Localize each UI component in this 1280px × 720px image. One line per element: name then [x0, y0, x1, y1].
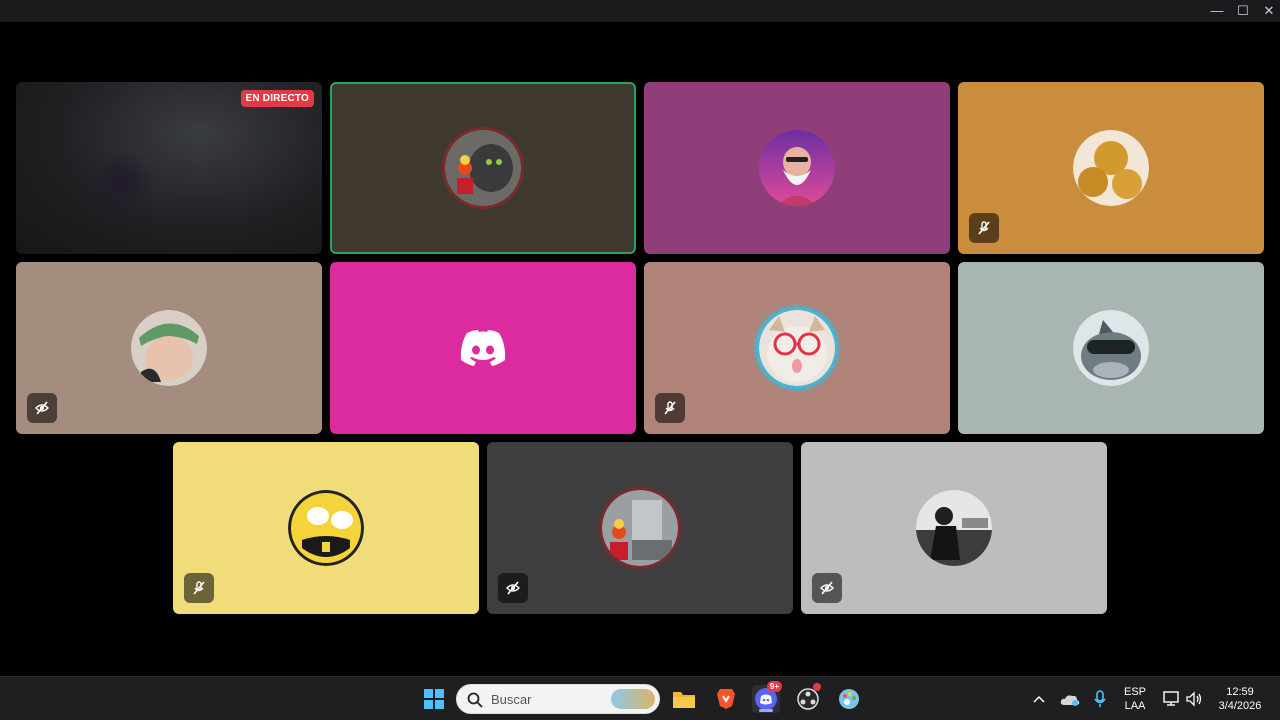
participant-tile-old-man[interactable] [644, 82, 950, 254]
maximize-button[interactable]: ☐ [1230, 0, 1256, 22]
layout-code: LAA [1124, 700, 1146, 712]
mic-muted-icon [27, 393, 57, 423]
participant-tile-cartoon-face[interactable] [173, 442, 479, 614]
clock-date: 3/4/2026 [1218, 700, 1262, 712]
dolphin-goggles-avatar [1073, 310, 1149, 386]
participant-tile-dolphin[interactable] [958, 262, 1264, 434]
old-man-avatar [759, 130, 835, 206]
title-bar: — ☐ ✕ [0, 0, 1280, 22]
stream-blur-shape [86, 152, 156, 212]
participant-tile-figure-room[interactable] [487, 442, 793, 614]
volume-icon[interactable] [1182, 685, 1206, 713]
minimize-button[interactable]: — [1204, 0, 1230, 22]
cat-figure-avatar [445, 130, 521, 206]
figure-room-avatar [602, 490, 678, 566]
participant-tile-cat-glasses[interactable] [644, 262, 950, 434]
live-badge: EN DIRECTO [240, 90, 314, 107]
bw-photo-avatar [916, 490, 992, 566]
discord-logo-icon [459, 330, 507, 366]
mic-muted-icon [812, 573, 842, 603]
discord-notification-badge: 9+ [766, 681, 782, 692]
brave-browser-icon[interactable] [712, 685, 740, 713]
close-button[interactable]: ✕ [1256, 0, 1280, 22]
search-placeholder: Buscar [491, 692, 532, 707]
cartoon-face-avatar [288, 490, 364, 566]
onedrive-icon[interactable] [1058, 685, 1082, 713]
stream-tile[interactable]: EN DIRECTO [16, 82, 322, 254]
search-highlight-image [611, 689, 655, 709]
mic-muted-icon [184, 573, 214, 603]
clock[interactable]: 12:59 3/4/2026 [1210, 685, 1270, 713]
participant-tile-cat-figure[interactable] [330, 82, 636, 254]
participant-tile-bw-photo[interactable] [801, 442, 1107, 614]
clock-time: 12:59 [1226, 686, 1254, 698]
paint-app-icon[interactable] [835, 685, 863, 713]
microphone-icon[interactable] [1088, 685, 1112, 713]
food-balls-avatar [1073, 130, 1149, 206]
file-explorer-icon[interactable] [670, 685, 698, 713]
active-app-indicator [759, 709, 773, 712]
mic-muted-icon [655, 393, 685, 423]
chevron-up-icon[interactable] [1028, 685, 1050, 713]
person-cap-avatar [131, 310, 207, 386]
mic-muted-icon [969, 213, 999, 243]
obs-icon[interactable] [794, 683, 822, 713]
voice-call-grid: EN DIRECTO [0, 22, 1280, 676]
participant-tile-discord-default[interactable] [330, 262, 636, 434]
recording-dot-icon [813, 683, 821, 691]
network-icon[interactable] [1160, 685, 1184, 713]
taskbar: Buscar 9+ ESP LAA 12:59 3/4/2026 [0, 676, 1280, 720]
participant-tile-person-cap[interactable] [16, 262, 322, 434]
participant-tile-food-balls[interactable] [958, 82, 1264, 254]
mic-muted-icon [498, 573, 528, 603]
language-code: ESP [1123, 686, 1146, 698]
start-button[interactable] [420, 685, 448, 713]
discord-taskbar-icon[interactable]: 9+ [752, 681, 782, 713]
taskbar-search[interactable]: Buscar [456, 684, 660, 714]
search-icon [467, 692, 483, 708]
cat-glasses-avatar [759, 310, 835, 386]
keyboard-layout[interactable]: ESP LAA [1118, 685, 1152, 713]
